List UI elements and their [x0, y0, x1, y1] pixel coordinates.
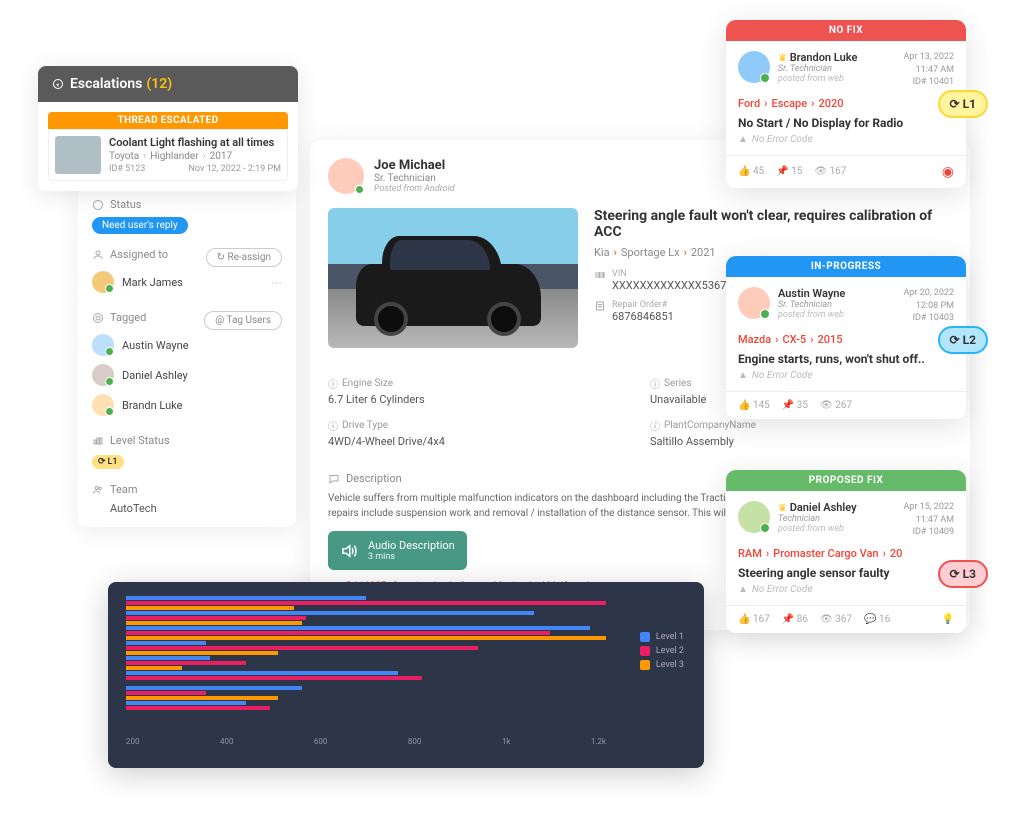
- crown-icon: ♛: [778, 503, 787, 514]
- no-error-text: ▲ No Error Code: [738, 584, 954, 595]
- breadcrumb: Toyota› Highlander› 2017: [109, 151, 281, 162]
- ticket-header: PROPOSED FIX: [726, 470, 966, 491]
- like-count[interactable]: 👍 167: [738, 614, 770, 625]
- vin-value: XXXXXXXXXXXXX5367: [612, 279, 726, 292]
- engine-spec: 6.7 Liter 6 Cylinders: [328, 393, 630, 406]
- level-badge: ⟳ L1: [92, 455, 124, 469]
- breadcrumb: RAM› Promaster Cargo Van› 20: [738, 547, 954, 560]
- tagged-user[interactable]: Brandn Luke: [92, 390, 282, 420]
- repair-order-value: 6876846851: [612, 310, 674, 323]
- team-value: AutoTech: [92, 502, 282, 515]
- no-error-text: ▲ No Error Code: [738, 370, 954, 381]
- escalation-time: Nov 12, 2022 - 2:19 PM: [188, 164, 281, 174]
- escalations-widget: Escalations (12) THREAD ESCALATED Coolan…: [38, 66, 298, 191]
- avatar: [92, 334, 114, 356]
- breadcrumb: Ford› Escape› 2020: [738, 97, 954, 110]
- document-icon: [594, 300, 606, 312]
- level-status-label: Level Status: [92, 434, 282, 447]
- at-icon: [92, 312, 104, 324]
- status-badge: Need user's reply: [92, 217, 188, 234]
- view-count[interactable]: 👁 267: [820, 400, 852, 411]
- author-avatar: [328, 158, 364, 194]
- tagged-user[interactable]: Austin Wayne: [92, 330, 282, 360]
- thread-escalated-badge: THREAD ESCALATED: [48, 112, 288, 129]
- pin-count[interactable]: 📌 15: [776, 166, 802, 177]
- plant-spec: Saltillo Assembly: [650, 435, 952, 448]
- sidebar: Status Need user's reply Assigned to ↻ R…: [78, 186, 296, 527]
- user-icon: [92, 249, 104, 261]
- ticket-title: Engine starts, runs, won't shut off..: [738, 352, 954, 366]
- view-count[interactable]: 👁 367: [820, 614, 852, 625]
- flag-icon[interactable]: ◉: [942, 164, 954, 180]
- avatar: [92, 394, 114, 416]
- barcode-icon: [594, 269, 606, 281]
- ticket-title: No Start / No Display for Radio: [738, 116, 954, 130]
- assigned-label: Assigned to: [92, 248, 168, 261]
- status-icon: [92, 199, 104, 211]
- level-icon: [92, 435, 104, 447]
- no-error-text: ▲ No Error Code: [738, 134, 954, 145]
- escalations-header: Escalations (12): [38, 66, 298, 102]
- like-count[interactable]: 👍 45: [738, 166, 764, 177]
- level-chip-l3: ⟳ L3: [938, 560, 988, 588]
- ticket-nofix[interactable]: NO FIX ♛ Brandon Luke Sr. Technician pos…: [726, 20, 966, 188]
- audio-description-chip[interactable]: Audio Description3 mins: [328, 531, 467, 570]
- issue-title: Steering angle fault won't clear, requir…: [594, 208, 952, 240]
- level-chip-l2: ⟳ L2: [938, 326, 988, 354]
- avatar: [738, 51, 770, 83]
- ticket-header: NO FIX: [726, 20, 966, 41]
- team-icon: [92, 484, 104, 496]
- like-count[interactable]: 👍 145: [738, 400, 770, 411]
- tagged-label: Tagged: [92, 311, 146, 324]
- chart-legend: Level 1 Level 2 Level 3: [640, 632, 684, 674]
- escalation-id: ID# 5123: [109, 164, 145, 174]
- escalation-title: Coolant Light flashing at all times: [109, 136, 281, 149]
- tagged-user[interactable]: Daniel Ashley: [92, 360, 282, 390]
- bulb-icon[interactable]: 💡: [942, 614, 954, 625]
- breadcrumb: Mazda› CX-5› 2015: [738, 333, 954, 346]
- view-count[interactable]: 👁 167: [814, 166, 846, 177]
- assigned-user[interactable]: Mark James⋯: [92, 267, 282, 297]
- escalation-icon: [52, 78, 64, 90]
- speaker-icon: [340, 542, 358, 560]
- ticket-header: IN-PROGRESS: [726, 256, 966, 277]
- chat-icon: [328, 473, 340, 485]
- crown-icon: ♛: [778, 53, 787, 64]
- ticket-proposed[interactable]: PROPOSED FIX ♛ Daniel Ashley Technician …: [726, 470, 966, 633]
- level-chart: 2004006008001k1.2k Level 1 Level 2 Level…: [108, 582, 704, 768]
- status-label: Status: [92, 198, 282, 211]
- ticket-inprogress[interactable]: IN-PROGRESS Austin Wayne Sr. Technician …: [726, 256, 966, 419]
- level-chip-l1: ⟳ L1: [938, 90, 988, 118]
- vehicle-image: [328, 208, 578, 348]
- escalation-item[interactable]: Coolant Light flashing at all times Toyo…: [48, 129, 288, 181]
- pin-count[interactable]: 📌 35: [782, 400, 808, 411]
- avatar: [92, 271, 114, 293]
- avatar: [738, 501, 770, 533]
- reassign-button[interactable]: ↻ Re-assign: [206, 248, 282, 267]
- pin-count[interactable]: 📌 86: [782, 614, 808, 625]
- avatar: [92, 364, 114, 386]
- tag-users-button[interactable]: @ Tag Users: [204, 311, 282, 330]
- ticket-title: Steering angle sensor faulty: [738, 566, 954, 580]
- drive-spec: 4WD/4-Wheel Drive/4x4: [328, 435, 630, 448]
- avatar: [738, 287, 770, 319]
- vehicle-thumbnail: [55, 136, 101, 174]
- team-label: Team: [92, 483, 282, 496]
- comment-count[interactable]: 💬 16: [864, 614, 890, 625]
